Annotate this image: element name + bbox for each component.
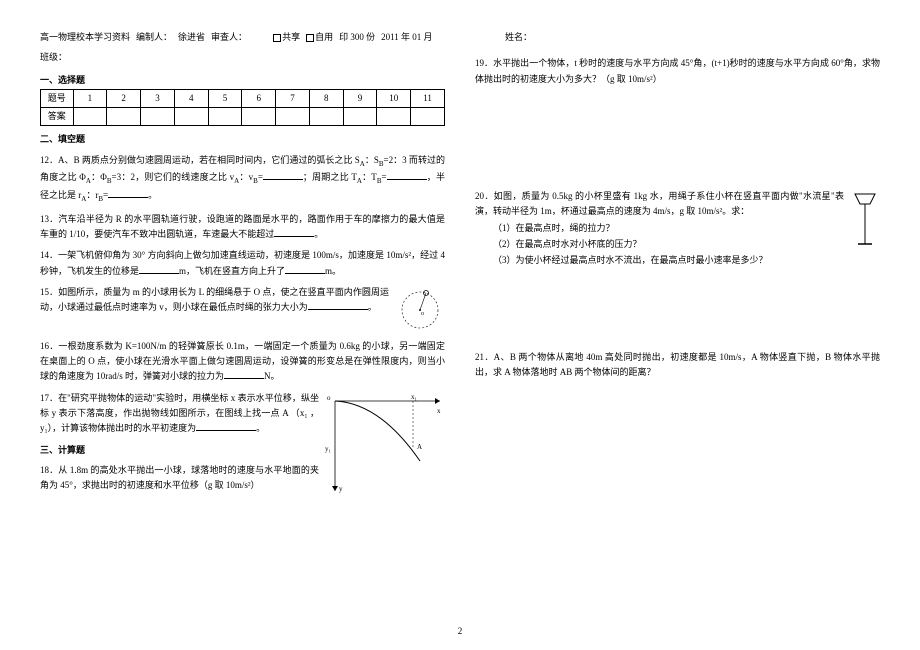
q20-sub1: （1）在最高点时，绳的拉力？ [493, 220, 880, 236]
svg-text:o: o [327, 394, 331, 402]
checkbox-self [306, 34, 314, 42]
question-20: 20．如图，质量为 0.5kg 的小杯里盛有 1kg 水，用绳子系住小杯在竖直平… [475, 189, 880, 268]
doc-title: 高一物理校本学习资料 [40, 30, 130, 44]
checkbox-share [273, 34, 281, 42]
svg-text:o: o [421, 311, 424, 317]
col-num: 10 [377, 90, 411, 108]
table-row: 题号 1 2 3 4 5 6 7 8 9 10 11 [41, 90, 445, 108]
author-name: 徐进省 [178, 30, 205, 44]
cup-diagram [850, 189, 880, 249]
col-num: 5 [208, 90, 242, 108]
reviewer-label: 审查人： [211, 30, 247, 44]
question-17: o x y x₁ A y₁ 17．在"研究平抛物体的运动"实验时，用横坐标 x … [40, 391, 445, 437]
svg-text:y₁: y₁ [325, 445, 331, 453]
svg-text:x₁: x₁ [411, 393, 417, 401]
col-num: 2 [107, 90, 141, 108]
question-16: 16．一根劲度系数为 K=100N/m 的轻弹簧原长 0.1m，一端固定一个质量… [40, 339, 445, 385]
table-row: 答案 [41, 108, 445, 126]
q20-sub2: （2）在最高点时水对小杯底的压力？ [493, 236, 880, 252]
page-number: 2 [458, 624, 463, 638]
question-12: 12．A、B 两质点分别做匀速圆周运动，若在相同时间内，它们通过的弧长之比 SA… [40, 153, 445, 206]
col-num: 4 [174, 90, 208, 108]
question-21: 21．A、B 两个物体从离地 40m 高处同时抛出，初速度都是 10m/s，A … [475, 350, 880, 381]
question-15: o 15．如图所示，质量为 m 的小球用长为 L 的细绳悬于 O 点，使之在竖直… [40, 285, 445, 316]
question-19: 19．水平抛出一个物体，t 秒时的速度与水平方向成 45°角，(t+1)秒时的速… [475, 56, 880, 87]
parabola-graph: o x y x₁ A y₁ [325, 391, 445, 501]
name-label: 姓名： [505, 30, 880, 44]
left-column: 高一物理校本学习资料 编制人： 徐进省 审查人： 共享 自用 印 300 份 2… [40, 30, 445, 505]
date: 2011 年 01 月 [381, 30, 432, 44]
row2-label: 答案 [41, 108, 74, 126]
col-num: 9 [343, 90, 377, 108]
col-num: 11 [411, 90, 445, 108]
section2-title: 二、填空题 [40, 132, 445, 146]
header-left: 高一物理校本学习资料 编制人： 徐进省 审查人： 共享 自用 印 300 份 2… [40, 30, 445, 65]
right-column: 姓名： 19．水平抛出一个物体，t 秒时的速度与水平方向成 45°角，(t+1)… [475, 30, 880, 505]
self-label: 自用 [315, 32, 333, 42]
q20-sub3: （3）为使小杯经过最高点时水不流出，在最高点时最小速率是多少？ [493, 252, 880, 268]
answer-table: 题号 1 2 3 4 5 6 7 8 9 10 11 答案 [40, 89, 445, 126]
svg-text:A: A [417, 443, 422, 451]
col-num: 7 [276, 90, 310, 108]
question-14: 14．一架飞机俯仰角为 30° 方向斜向上做匀加速直线运动，初速度是 100m/… [40, 248, 445, 279]
class-label: 班级： [40, 50, 67, 64]
author-label: 编制人： [136, 30, 172, 44]
question-13: 13．汽车沿半径为 R 的水平圆轨道行驶，设跑道的路面是水平的，路面作用于车的摩… [40, 212, 445, 243]
row1-label: 题号 [41, 90, 74, 108]
col-num: 1 [73, 90, 107, 108]
pendulum-diagram: o [395, 285, 445, 335]
col-num: 3 [141, 90, 175, 108]
col-num: 8 [309, 90, 343, 108]
print-count: 印 300 份 [339, 30, 375, 44]
share-label: 共享 [282, 32, 300, 42]
col-num: 6 [242, 90, 276, 108]
svg-text:y: y [339, 485, 343, 493]
svg-text:x: x [437, 407, 441, 415]
section1-title: 一、选择题 [40, 73, 445, 87]
